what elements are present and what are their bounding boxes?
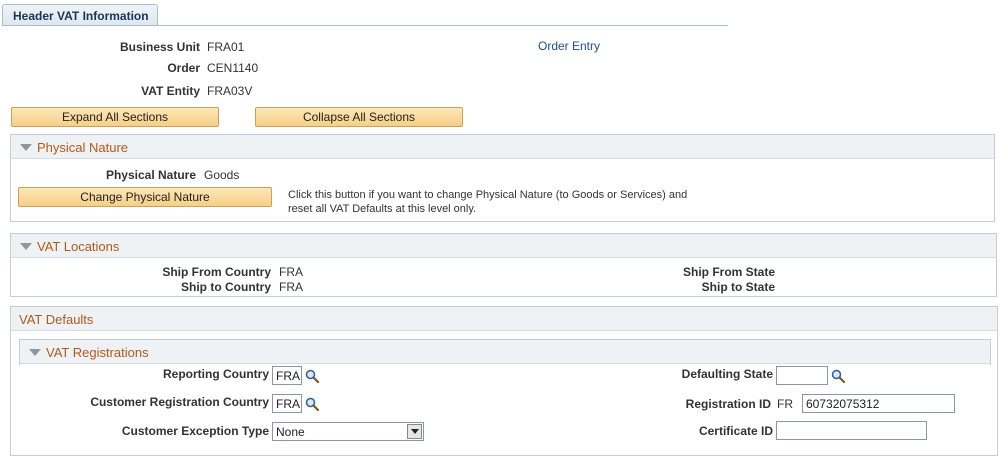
certificate-id-input[interactable] <box>776 421 927 440</box>
business-unit-value: FRA01 <box>207 40 245 54</box>
defaulting-state-label: Defaulting State <box>681 367 773 381</box>
customer-exception-type-value: None <box>276 425 305 439</box>
vat-locations-header[interactable]: VAT Locations <box>11 234 996 258</box>
chevron-down-icon[interactable] <box>407 424 422 439</box>
change-physical-nature-button[interactable]: Change Physical Nature <box>18 187 272 207</box>
vat-registrations-header[interactable]: VAT Registrations <box>20 340 990 364</box>
vat-locations-section: VAT Locations Ship From Country FRA Ship… <box>10 233 997 297</box>
tab-header-vat-information[interactable]: Header VAT Information <box>2 4 158 26</box>
vat-defaults-section: VAT Defaults VAT Registrations Reporting… <box>10 306 998 456</box>
certificate-id-label: Certificate ID <box>698 424 773 438</box>
defaulting-state-input[interactable] <box>776 366 828 385</box>
collapse-triangle-icon[interactable] <box>20 144 32 151</box>
lookup-magnifier-icon[interactable] <box>831 369 845 383</box>
ship-from-state-label: Ship From State <box>682 265 775 279</box>
vat-entity-label: VAT Entity <box>141 84 200 98</box>
ship-from-country-value: FRA <box>279 265 303 279</box>
physical-nature-header[interactable]: Physical Nature <box>11 135 994 159</box>
order-value: CEN1140 <box>207 61 259 75</box>
tab-underline <box>2 25 728 26</box>
change-physical-nature-note-line1: Click this button if you want to change … <box>288 189 688 201</box>
registration-id-input[interactable]: 60732075312 <box>802 394 955 413</box>
collapse-triangle-icon[interactable] <box>29 349 41 356</box>
physical-nature-label: Physical Nature <box>105 168 196 182</box>
reporting-country-input[interactable]: FRA <box>272 366 302 385</box>
ship-to-country-value: FRA <box>279 280 303 294</box>
expand-all-sections-button[interactable]: Expand All Sections <box>11 107 219 127</box>
ship-from-country-label: Ship From Country <box>162 265 271 279</box>
physical-nature-section: Physical Nature Physical Nature Goods Ch… <box>10 134 995 222</box>
physical-nature-title: Physical Nature <box>37 140 129 155</box>
business-unit-label: Business Unit <box>119 40 200 54</box>
ship-to-country-label: Ship to Country <box>181 280 271 294</box>
registration-id-prefix: FR <box>777 397 793 411</box>
customer-registration-country-label: Customer Registration Country <box>90 395 269 409</box>
customer-exception-type-label: Customer Exception Type <box>121 424 269 438</box>
vat-entity-value: FRA03V <box>207 84 253 98</box>
vat-registrations-subsection: VAT Registrations <box>19 339 991 365</box>
lookup-magnifier-icon[interactable] <box>305 397 319 411</box>
reporting-country-label: Reporting Country <box>163 367 269 381</box>
vat-registrations-title: VAT Registrations <box>46 345 149 360</box>
customer-exception-type-select[interactable]: None <box>272 422 424 441</box>
vat-locations-title: VAT Locations <box>37 239 120 254</box>
order-label: Order <box>167 61 200 75</box>
collapse-all-sections-button[interactable]: Collapse All Sections <box>255 107 463 127</box>
customer-registration-country-input[interactable]: FRA <box>272 394 302 413</box>
registration-id-label: Registration ID <box>685 397 771 411</box>
ship-to-state-label: Ship to State <box>701 280 775 294</box>
physical-nature-value: Goods <box>204 168 240 182</box>
vat-defaults-title: VAT Defaults <box>19 312 94 327</box>
collapse-triangle-icon[interactable] <box>20 243 32 250</box>
vat-defaults-header: VAT Defaults <box>11 307 997 331</box>
lookup-magnifier-icon[interactable] <box>305 369 319 383</box>
order-entry-link[interactable]: Order Entry <box>538 39 600 53</box>
change-physical-nature-note-line2: reset all VAT Defaults at this level onl… <box>288 203 477 215</box>
